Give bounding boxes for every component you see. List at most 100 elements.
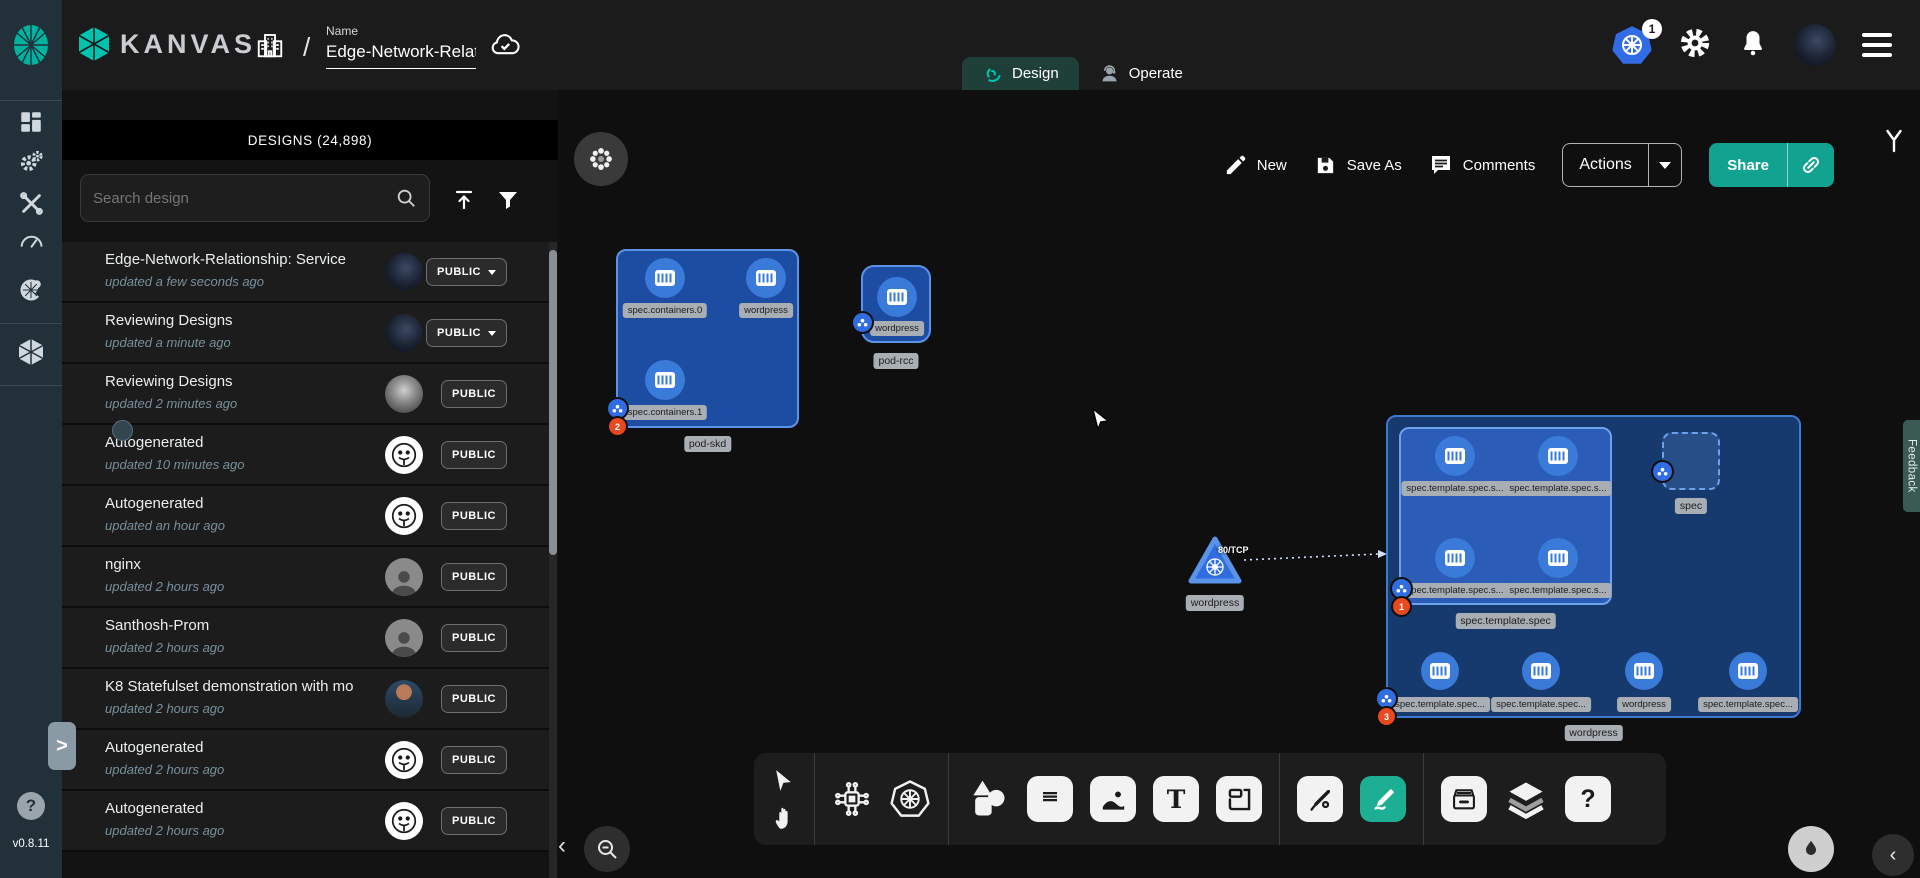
pod-badge-icon[interactable]	[1392, 579, 1411, 598]
error-badge[interactable]: 3	[1378, 708, 1395, 725]
actions-caret-icon[interactable]	[1649, 144, 1681, 186]
node-container[interactable]	[1538, 538, 1578, 578]
sidebar-item-dashboard[interactable]	[0, 102, 62, 142]
edge-pen-tool[interactable]	[1297, 776, 1343, 822]
design-name-input[interactable]	[326, 40, 476, 69]
visibility-badge[interactable]: PUBLIC	[441, 563, 507, 591]
sidebar-item-extensions[interactable]	[0, 270, 62, 310]
component-tool[interactable]	[832, 779, 872, 819]
search-box[interactable]	[80, 174, 430, 222]
node-pod-skd[interactable]: spec.containers.0 wordpress spec.contain…	[616, 249, 799, 428]
design-row[interactable]: Santhosh-Prom updated 2 hours ago PUBLIC	[62, 608, 549, 669]
cluster-fab-button[interactable]	[574, 132, 628, 186]
filter-designs-button[interactable]	[490, 182, 526, 218]
visibility-badge[interactable]: PUBLIC	[441, 807, 507, 835]
pod-badge-icon[interactable]	[853, 313, 872, 332]
toolbar-help-button[interactable]: ?	[1565, 776, 1611, 822]
node-container[interactable]	[1435, 538, 1475, 578]
node-pod-rcc[interactable]: wordpress pod-rcc	[861, 265, 931, 343]
help-button[interactable]: ?	[17, 792, 45, 820]
design-row[interactable]: Autogenerated updated 2 hours ago PUBLIC	[62, 791, 549, 852]
node-label: spec.template.spec.s...	[1401, 583, 1508, 598]
pan-tool[interactable]	[772, 806, 797, 831]
node-container[interactable]	[1625, 652, 1663, 690]
layers-tool[interactable]	[1504, 777, 1548, 821]
kubernetes-context-button[interactable]: 1	[1612, 25, 1652, 65]
new-button[interactable]: New	[1224, 154, 1287, 177]
select-tool[interactable]	[772, 768, 797, 793]
node-container[interactable]	[1538, 436, 1578, 476]
design-row[interactable]: K8 Statefulset demonstration with mo upd…	[62, 669, 549, 730]
tab-design[interactable]: Design	[962, 57, 1079, 90]
error-badge[interactable]: 2	[609, 418, 626, 435]
visibility-badge[interactable]: PUBLIC	[441, 746, 507, 774]
node-deployment-wordpress[interactable]: spec.template.spec.s... spec.template.sp…	[1386, 415, 1801, 718]
visibility-badge[interactable]: PUBLIC	[426, 258, 507, 286]
locate-button[interactable]	[1788, 826, 1834, 872]
menu-button[interactable]	[1862, 33, 1892, 57]
design-row[interactable]: Reviewing Designs updated a minute ago P…	[62, 303, 549, 364]
node-container[interactable]	[1522, 652, 1560, 690]
node-container[interactable]	[1435, 436, 1475, 476]
design-canvas[interactable]: New Save As Comments Actions Share	[558, 90, 1920, 878]
design-row[interactable]: Autogenerated updated 10 minutes ago PUB…	[62, 425, 549, 486]
node-container[interactable]	[746, 258, 786, 298]
dock-toggle-icon[interactable]	[1882, 128, 1906, 159]
design-row[interactable]: Edge-Network-Relationship: Service updat…	[62, 242, 549, 303]
user-avatar[interactable]	[1794, 24, 1836, 66]
node-spec-template[interactable]: spec.template.spec.s... spec.template.sp…	[1399, 427, 1612, 605]
sidebar-item-configuration[interactable]	[0, 183, 62, 223]
visibility-badge[interactable]: PUBLIC	[441, 380, 507, 408]
comment-tool[interactable]	[1027, 776, 1073, 822]
design-row[interactable]: Autogenerated updated an hour ago PUBLIC	[62, 486, 549, 547]
visibility-badge[interactable]: PUBLIC	[426, 319, 507, 347]
image-tool[interactable]	[1090, 776, 1136, 822]
sidebar-item-performance[interactable]	[0, 222, 62, 262]
tab-operate[interactable]: Operate	[1079, 57, 1203, 90]
save-as-button[interactable]: Save As	[1314, 154, 1402, 177]
node-container[interactable]	[1421, 652, 1459, 690]
pod-badge-icon[interactable]	[1653, 462, 1672, 481]
pod-badge-icon[interactable]	[1377, 689, 1396, 708]
design-row[interactable]: Reviewing Designs updated 2 minutes ago …	[62, 364, 549, 425]
list-scrollbar-thumb[interactable]	[549, 250, 557, 555]
freehand-draw-tool[interactable]	[1360, 776, 1406, 822]
design-row[interactable]: Autogenerated updated 2 hours ago PUBLIC	[62, 730, 549, 791]
actions-dropdown-button[interactable]: Actions	[1562, 143, 1682, 187]
text-tool[interactable]: T	[1153, 776, 1199, 822]
node-spec[interactable]: spec	[1662, 432, 1720, 490]
zoom-button[interactable]	[584, 826, 630, 872]
collapse-left-dock-icon[interactable]: ‹	[558, 832, 566, 860]
node-service-wordpress[interactable]	[1186, 534, 1244, 586]
node-container[interactable]	[1729, 652, 1767, 690]
expand-sidebar-button[interactable]: >	[48, 722, 76, 770]
visibility-badge[interactable]: PUBLIC	[441, 441, 507, 469]
kubernetes-tool[interactable]	[889, 778, 931, 820]
node-container[interactable]	[645, 360, 685, 400]
copy-link-button[interactable]	[1788, 143, 1834, 187]
notifications-button[interactable]	[1738, 27, 1768, 64]
meshery-logo[interactable]	[0, 0, 62, 90]
pod-badge-icon[interactable]	[608, 399, 627, 418]
node-container[interactable]	[877, 277, 917, 317]
sidebar-item-lifecycle[interactable]	[0, 142, 62, 182]
frame-tool[interactable]	[1216, 776, 1262, 822]
collapse-right-dock-button[interactable]: ‹	[1872, 834, 1914, 876]
organization-icon[interactable]	[255, 30, 285, 65]
node-container[interactable]	[645, 258, 685, 298]
share-button[interactable]: Share	[1709, 143, 1834, 187]
search-input[interactable]	[93, 190, 395, 207]
kanvas-logo[interactable]: KANVAS	[78, 26, 256, 62]
comments-button[interactable]: Comments	[1429, 153, 1536, 177]
visibility-badge[interactable]: PUBLIC	[441, 502, 507, 530]
settings-button[interactable]	[1678, 26, 1712, 65]
feedback-tab[interactable]: Feedback	[1903, 420, 1920, 512]
shapes-tool[interactable]	[966, 777, 1010, 821]
design-row[interactable]: nginx updated 2 hours ago PUBLIC	[62, 547, 549, 608]
visibility-badge[interactable]: PUBLIC	[441, 685, 507, 713]
drawer-tool[interactable]	[1441, 776, 1487, 822]
import-design-button[interactable]	[446, 182, 482, 218]
sidebar-item-kanvas[interactable]	[0, 332, 62, 372]
visibility-badge[interactable]: PUBLIC	[441, 624, 507, 652]
error-badge[interactable]: 1	[1393, 598, 1410, 615]
